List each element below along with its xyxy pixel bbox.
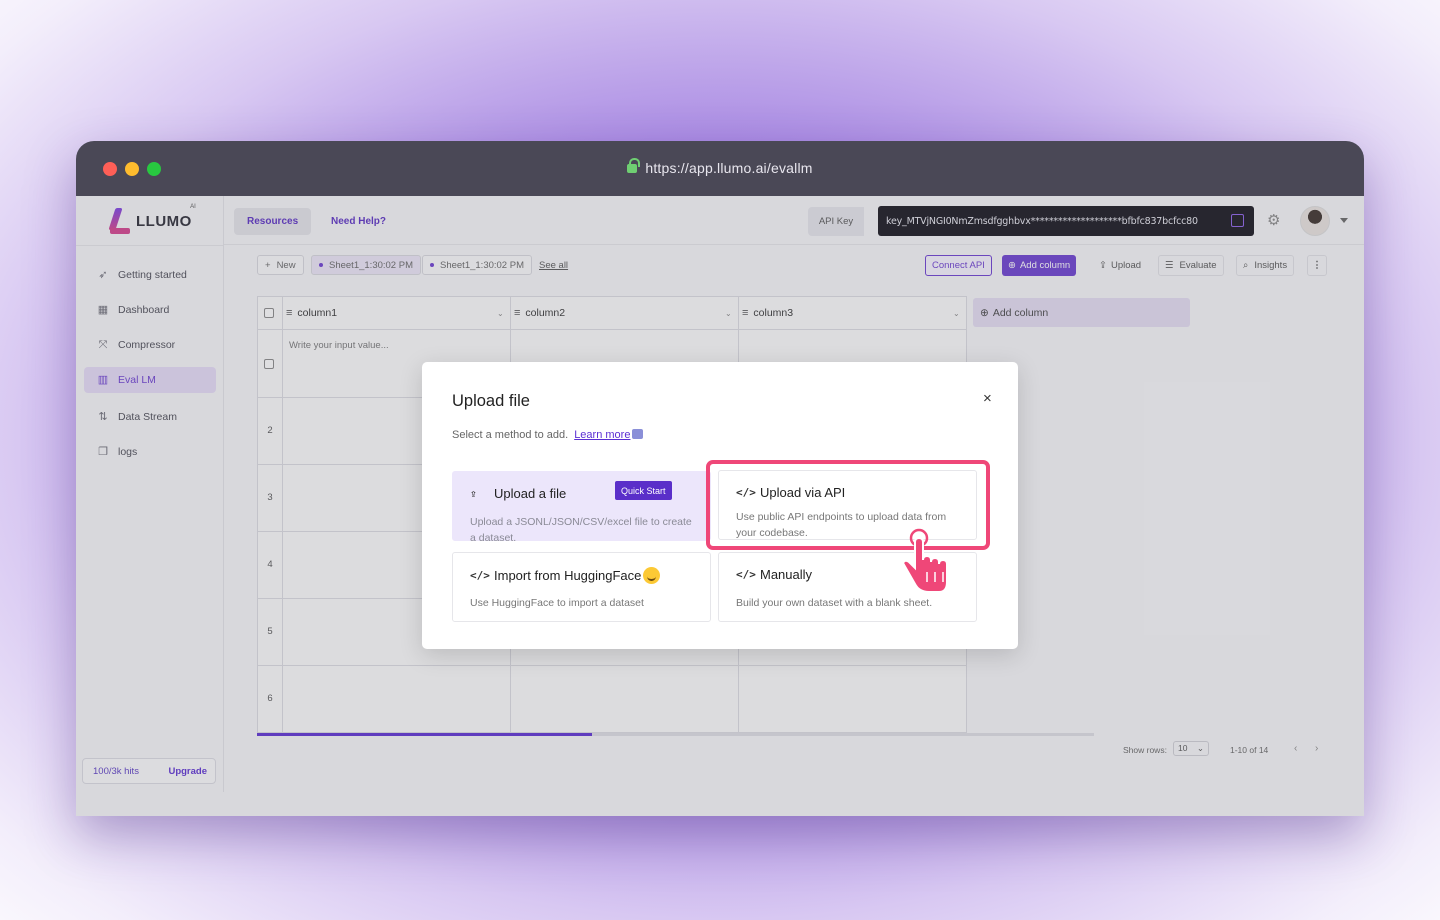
upload-icon: ⇪ (470, 487, 477, 500)
external-link-icon (632, 429, 644, 439)
import-huggingface-option[interactable]: </> Import from HuggingFace Use HuggingFa… (452, 552, 711, 622)
huggingface-icon (643, 567, 661, 584)
pointer-hand-icon (901, 528, 948, 593)
code-icon: </> (736, 568, 756, 581)
modal-subtitle-text: Select a method to add. (452, 429, 569, 441)
modal-title: Upload file (452, 392, 530, 410)
option-title-text: Import from HuggingFace (494, 568, 642, 583)
address-bar[interactable]: https://app.llumo.ai/evallm (76, 158, 1364, 176)
option-title-text: Upload a file (494, 486, 567, 501)
option-title-text: Manually (760, 567, 813, 582)
quick-start-badge: Quick Start (615, 481, 672, 500)
modal-subtitle: Select a method to add. Learn more (452, 429, 644, 441)
option-description: Use HuggingFace to import a dataset (470, 597, 644, 609)
option-description: Upload a JSONL/JSON/CSV/excel file to cr… (470, 516, 692, 544)
option-title: </> Import from HuggingFace (470, 567, 661, 584)
upload-file-option[interactable]: ⇪ Upload a file Quick Start Upload a JSON… (452, 471, 711, 544)
browser-titlebar: https://app.llumo.ai/evallm (76, 141, 1364, 196)
option-title: </> Manually (736, 567, 812, 582)
learn-more-link[interactable]: Learn more (574, 429, 630, 441)
code-icon: </> (470, 569, 490, 582)
url-text: https://app.llumo.ai/evallm (645, 160, 813, 176)
lock-icon (627, 158, 640, 173)
option-title: ⇪ Upload a file (470, 486, 566, 501)
close-icon[interactable]: × (983, 390, 992, 407)
